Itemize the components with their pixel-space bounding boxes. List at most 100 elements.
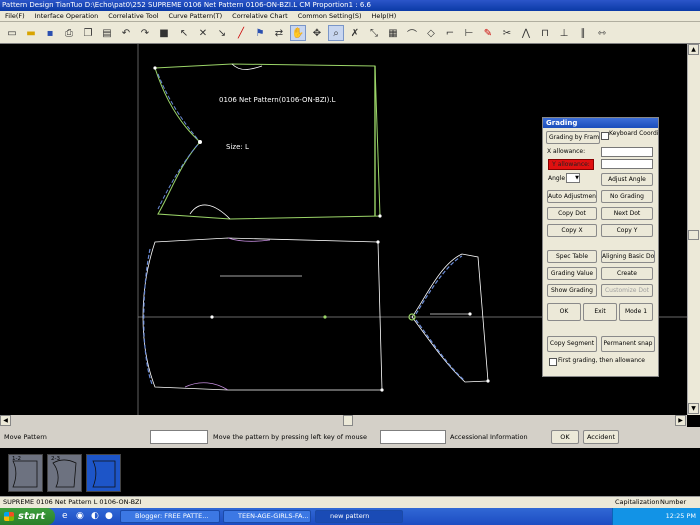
undo-icon[interactable]: ↶ [118,25,134,41]
dart-icon[interactable]: ⋀ [518,25,534,41]
firefox-icon[interactable]: ◐ [91,511,99,521]
first-grading-checkbox[interactable] [549,358,557,366]
pleat-icon[interactable]: ⊓ [537,25,553,41]
x-allowance-input[interactable] [601,147,653,157]
scroll-down-icon[interactable]: ▼ [688,403,699,414]
auto-adjustment-button[interactable]: Auto Adjustment [547,190,597,203]
start-button[interactable]: start [0,508,55,525]
print-icon[interactable]: ⎙ [61,25,77,41]
spec-table-button[interactable]: Spec Table [547,250,597,263]
draw-line-icon[interactable]: ╱ [233,25,249,41]
status-number: Number [660,498,687,506]
customize-dot-button[interactable]: Customize Dot [601,284,653,297]
menu-interface-operation[interactable]: Interface Operation [30,11,104,22]
redo-icon[interactable]: ↷ [137,25,153,41]
permanent-snap-button[interactable]: Permanent snap [601,336,655,352]
open-folder-icon[interactable]: ▬ [23,25,39,41]
command-row: Move Pattern Move the pattern by pressin… [0,427,700,448]
command-label: Move Pattern [4,433,47,441]
command-ok-button[interactable]: OK [551,430,579,444]
grid-icon[interactable]: ▦ [385,25,401,41]
copy-segment-button[interactable]: Copy Segment [547,336,597,352]
command-value-input[interactable] [380,430,446,444]
stop-icon[interactable]: ■ [156,25,172,41]
adjust-angle-button[interactable]: Adjust Angle [601,173,653,186]
y-allowance-input[interactable] [601,159,653,169]
copy-dot-button[interactable]: Copy Dot [547,207,597,220]
measure-icon[interactable]: ⤡ [366,25,382,41]
size-label: Size: L [226,143,249,151]
taskbar-item-new-pattern[interactable]: new pattern [315,510,403,523]
swap-icon[interactable]: ⇄ [271,25,287,41]
thumbnail-item-selected[interactable] [86,454,121,492]
exit-button[interactable]: Exit [583,303,617,321]
menu-curve-pattern[interactable]: Curve Pattern(T) [164,11,228,22]
grading-value-button[interactable]: Grading Value [547,267,597,280]
vertical-scrollbar[interactable]: ▲ ▼ [687,44,700,415]
horizontal-scrollbar[interactable]: ◀ ▶ [0,415,687,427]
new-file-icon[interactable]: ▭ [4,25,20,41]
next-dot-button[interactable]: Next Dot [601,207,653,220]
curve-icon[interactable]: ⌒ [404,25,420,41]
parallel-icon[interactable]: ∥ [575,25,591,41]
accident-button[interactable]: Accident [583,430,619,444]
copy-y-button[interactable]: Copy Y [601,224,653,237]
scroll-right-icon[interactable]: ▶ [675,415,686,426]
flag-icon[interactable]: ⚑ [252,25,268,41]
scroll-left-icon[interactable]: ◀ [0,415,11,426]
menu-help[interactable]: Help(H) [367,11,402,22]
close-x-icon[interactable]: ✗ [347,25,363,41]
move-icon[interactable]: ✥ [309,25,325,41]
show-grading-button[interactable]: Show Grading [547,284,597,297]
command-input[interactable] [150,430,208,444]
copy-x-button[interactable]: Copy X [547,224,597,237]
ie-icon[interactable]: e [62,511,68,521]
ruler-icon[interactable]: ⊢ [461,25,477,41]
menu-correlative-tool[interactable]: Correlative Tool [103,11,163,22]
pen-icon[interactable]: ✎ [480,25,496,41]
keyboard-coordinate-checkbox[interactable] [601,132,609,140]
menu-correlative-chart[interactable]: Correlative Chart [227,11,293,22]
cross-lines-icon[interactable]: ✕ [195,25,211,41]
keyboard-coordinate-label: Keyboard Coordinate [609,130,673,137]
scroll-thumb-horizontal[interactable] [343,415,353,426]
angle-dropdown[interactable]: ▼ [566,173,580,183]
copy-icon[interactable]: ❐ [80,25,96,41]
node-icon[interactable]: ◇ [423,25,439,41]
notch-icon[interactable]: ⊥ [556,25,572,41]
chevron-down-icon: ▼ [575,175,579,181]
create-button[interactable]: Create [601,267,653,280]
arrow-icon[interactable]: ↘ [214,25,230,41]
taskbar-item-teen[interactable]: TEEN-AGE-GIRLS-FA... [223,510,311,523]
pattern-piece-front-grading-line [157,73,201,210]
menu-file[interactable]: File(F) [0,11,30,22]
paste-icon[interactable]: ▤ [99,25,115,41]
scroll-up-icon[interactable]: ▲ [688,44,699,55]
pattern-piece-back-outline [142,237,383,391]
zoom-icon[interactable]: ⌕ [328,25,344,41]
no-grading-button[interactable]: No Grading [601,190,653,203]
mode-button[interactable]: Mode 1 [619,303,653,321]
thumbnail-item[interactable]: 1-2 [8,454,43,492]
mirror-icon[interactable]: ⇿ [594,25,610,41]
media-icon[interactable]: ● [105,511,113,521]
pattern-piece-front-outline [154,63,381,220]
pointer-icon[interactable]: ↖ [176,25,192,41]
chrome-icon[interactable]: ◉ [76,511,84,521]
thumbnail-item[interactable]: 2-3 [47,454,82,492]
clock[interactable]: 12:25 PM [666,512,696,520]
save-icon[interactable]: ▪ [42,25,58,41]
scissors-icon[interactable]: ✂ [499,25,515,41]
grading-by-frame-option[interactable]: Grading by Frame [546,131,600,144]
pattern-name-label: 0106 Net Pattern(0106-ON-BZI).L [219,96,336,104]
taskbar-item-blogger[interactable]: Blogger: FREE PATTE... [120,510,220,523]
corner-icon[interactable]: ⌐ [442,25,458,41]
menu-common-setting[interactable]: Common Setting(S) [293,11,367,22]
aligning-basic-dot-button[interactable]: Aligning Basic Dot [601,250,655,263]
scroll-thumb[interactable] [688,230,699,240]
pattern-piece-sleeve-grading-line [415,255,465,381]
ok-button[interactable]: OK [547,303,581,321]
pattern-piece-sleeve-outline [411,253,489,383]
pattern-thumbnail-strip: 1-2 2-3 [0,448,700,496]
hand-icon[interactable]: ✋ [290,25,306,41]
